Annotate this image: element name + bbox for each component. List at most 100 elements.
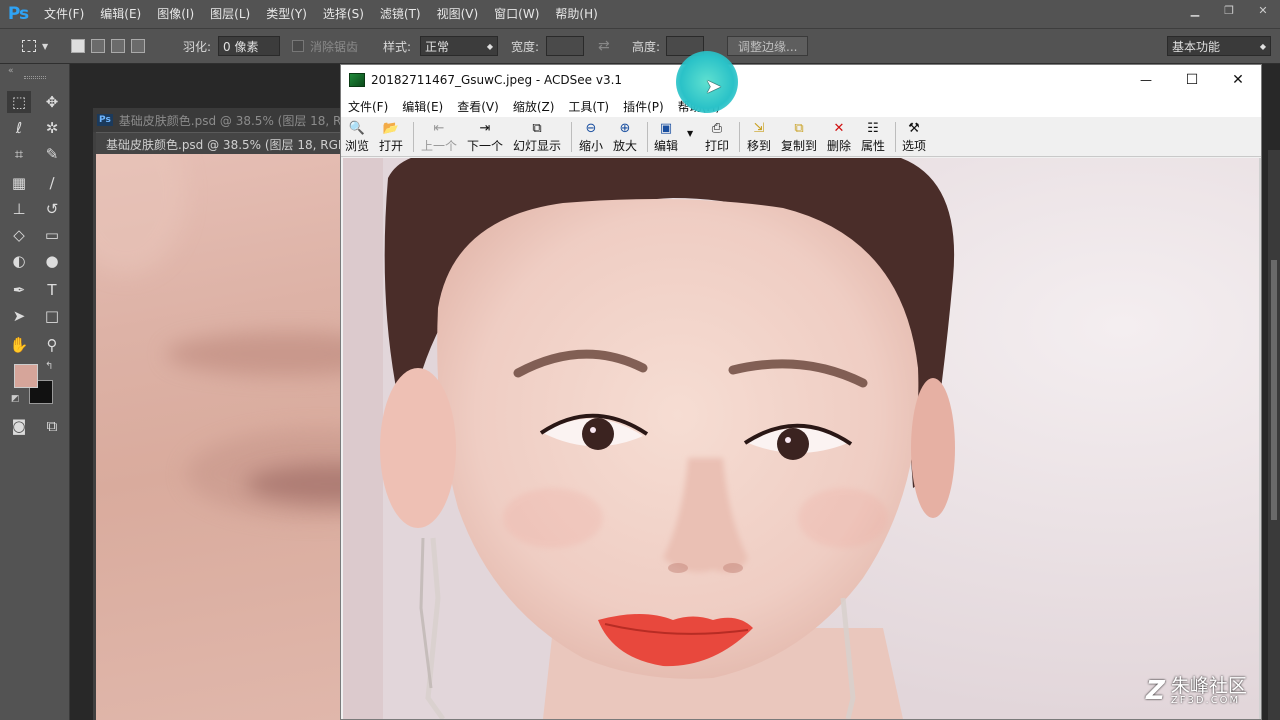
browse-button[interactable]: 🔍 浏览 — [345, 119, 369, 155]
rect-marquee-tool-icon[interactable]: ⬚ — [7, 91, 31, 113]
antialias-checkbox[interactable]: 消除锯齿 — [292, 29, 358, 63]
eraser-tool-icon[interactable]: ◇ — [7, 224, 31, 246]
intersect-selection-icon[interactable] — [131, 39, 145, 53]
workspace-select[interactable]: 基本功能 ◆ — [1167, 36, 1271, 56]
refine-edge-button[interactable]: 调整边缘... — [727, 36, 809, 56]
ps-menu-window[interactable]: 窗口(W) — [486, 0, 547, 28]
eyedropper-tool-icon[interactable]: ✎ — [40, 143, 64, 165]
print-button[interactable]: ⎙ 打印 — [705, 119, 729, 155]
edit-label: 编辑 — [654, 139, 679, 153]
rectangle-tool-icon[interactable]: □ — [40, 305, 64, 327]
clone-stamp-tool-icon[interactable]: ⊥ — [7, 198, 31, 220]
toolbox-grip[interactable] — [24, 76, 46, 79]
width-input[interactable] — [546, 36, 584, 56]
close-icon[interactable]: ✕ — [1246, 0, 1280, 20]
edit-button[interactable]: ▣ 编辑 — [654, 119, 678, 155]
magic-wand-tool-icon[interactable]: ✲ — [40, 117, 64, 139]
acdsee-scroll-edge — [1259, 158, 1261, 719]
ps-menu-file[interactable]: 文件(F) — [36, 0, 92, 28]
acdsee-menu-plugins[interactable]: 插件(P) — [616, 98, 671, 115]
path-selection-tool-icon[interactable]: ➤ — [7, 305, 31, 327]
ps-menu-edit[interactable]: 编辑(E) — [92, 0, 149, 28]
open-button[interactable]: 📂 打开 — [379, 119, 403, 155]
ps-menu-view[interactable]: 视图(V) — [429, 0, 487, 28]
zoom-out-button[interactable]: ⊖ 缩小 — [579, 119, 603, 155]
ps-menu-type[interactable]: 类型(Y) — [258, 0, 315, 28]
edit-dropdown-icon[interactable]: ▼ — [687, 129, 693, 138]
ps-canvas[interactable] — [96, 154, 346, 720]
foreground-color-swatch-front[interactable] — [14, 364, 38, 388]
properties-button[interactable]: ☷ 属性 — [861, 119, 885, 155]
history-brush-tool-icon[interactable]: ↺ — [40, 198, 64, 220]
watermark: Z 朱峰社区 ZF3D.COM — [1146, 676, 1247, 706]
crop-tool-icon[interactable]: ⌗ — [7, 143, 31, 165]
swap-colors-icon[interactable]: ↰ — [45, 361, 53, 372]
move-tool-icon[interactable]: ✥ — [40, 91, 64, 113]
blur-tool-icon[interactable]: ◐ — [7, 250, 31, 272]
zoom-in-button[interactable]: ⊕ 放大 — [613, 119, 637, 155]
copy-to-button[interactable]: ⧉ 复制到 — [781, 119, 817, 155]
next-button[interactable]: ⇥ 下一个 — [467, 119, 503, 155]
options-button[interactable]: ⚒ 选项 — [902, 119, 926, 155]
next-label: 下一个 — [467, 139, 504, 153]
ps-vertical-scrollbar[interactable] — [1268, 150, 1280, 720]
healing-brush-tool-icon[interactable]: ▦ — [7, 172, 31, 194]
acdsee-menu-tools[interactable]: 工具(T) — [561, 98, 616, 115]
brush-tool-icon[interactable]: ∕ — [40, 172, 64, 194]
previous-label: 上一个 — [421, 139, 458, 153]
acdsee-minimize-icon[interactable]: — — [1123, 65, 1169, 95]
collapse-icon[interactable]: « — [8, 66, 14, 76]
slideshow-button[interactable]: ⧉ 幻灯显示 — [513, 119, 561, 155]
quick-mask-icon[interactable]: ◙ — [7, 415, 31, 437]
acdsee-menu-file[interactable]: 文件(F) — [341, 98, 395, 115]
style-select[interactable]: 正常 ◆ — [420, 36, 498, 56]
new-selection-icon[interactable] — [71, 39, 85, 53]
subtract-selection-icon[interactable] — [111, 39, 125, 53]
acdsee-titlebar[interactable]: 20182711467_GsuwC.jpeg - ACDSee v3.1 — ☐… — [341, 65, 1261, 95]
add-selection-icon[interactable] — [91, 39, 105, 53]
dodge-tool-icon[interactable]: ● — [40, 250, 64, 272]
acdsee-menu-view[interactable]: 查看(V) — [450, 98, 506, 115]
zoom-in-icon: ⊕ — [619, 120, 631, 136]
zoom-in-label: 放大 — [613, 139, 638, 153]
swap-icon[interactable]: ⇄ — [598, 29, 610, 63]
ps-scrollbar-thumb[interactable] — [1271, 260, 1277, 520]
previous-button[interactable]: ⇤ 上一个 — [421, 119, 457, 155]
acdsee-image-viewport[interactable] — [343, 158, 1259, 719]
minimize-icon[interactable]: ▁ — [1178, 0, 1212, 20]
move-to-button[interactable]: ⇲ 移到 — [747, 119, 771, 155]
browse-label: 浏览 — [345, 139, 370, 153]
acdsee-menu-zoom[interactable]: 缩放(Z) — [506, 98, 562, 115]
properties-label: 属性 — [861, 139, 886, 153]
acdsee-window: 20182711467_GsuwC.jpeg - ACDSee v3.1 — ☐… — [340, 64, 1262, 720]
pen-tool-icon[interactable]: ✒ — [7, 279, 31, 301]
ps-menu-select[interactable]: 选择(S) — [315, 0, 372, 28]
acdsee-close-icon[interactable]: ✕ — [1215, 65, 1261, 95]
ps-active-document-tab[interactable]: 基础皮肤颜色.psd @ 38.5% (图层 18, RGB/ — [96, 132, 350, 156]
feather-label: 羽化: — [183, 39, 212, 54]
type-tool-icon[interactable]: T — [40, 279, 64, 301]
default-colors-icon[interactable]: ◩ — [11, 394, 20, 404]
ps-menu-help[interactable]: 帮助(H) — [547, 0, 605, 28]
watermark-site: ZF3D.COM — [1170, 694, 1241, 706]
chevron-down-icon: ▼ — [42, 41, 49, 51]
acdsee-menu-edit[interactable]: 编辑(E) — [395, 98, 450, 115]
open-label: 打开 — [379, 139, 404, 153]
gradient-tool-icon[interactable]: ▭ — [40, 224, 64, 246]
ps-menu-layer[interactable]: 图层(L) — [202, 0, 258, 28]
ps-menu-image[interactable]: 图像(I) — [149, 0, 202, 28]
feather-input[interactable]: 0 像素 — [218, 36, 280, 56]
screen-mode-icon[interactable]: ⧉ — [40, 415, 64, 437]
ps-inactive-document-tab[interactable]: Ps 基础皮肤颜色.psd @ 38.5% (图层 18, RGB/8) — [93, 108, 375, 132]
ps-menu-filter[interactable]: 滤镜(T) — [372, 0, 429, 28]
restore-icon[interactable]: ❐ — [1212, 0, 1246, 20]
zoom-tool-icon[interactable]: ⚲ — [40, 334, 64, 356]
lasso-tool-icon[interactable]: ℓ — [7, 117, 31, 139]
print-label: 打印 — [705, 139, 730, 153]
acdsee-window-title: 20182711467_GsuwC.jpeg - ACDSee v3.1 — [371, 73, 623, 87]
hand-tool-icon[interactable]: ✋ — [7, 334, 31, 356]
acdsee-maximize-icon[interactable]: ☐ — [1169, 65, 1215, 95]
delete-button[interactable]: ✕ 删除 — [827, 119, 851, 155]
browse-icon: 🔍 — [348, 120, 366, 136]
marquee-preset-picker[interactable]: ▼ — [22, 29, 48, 63]
